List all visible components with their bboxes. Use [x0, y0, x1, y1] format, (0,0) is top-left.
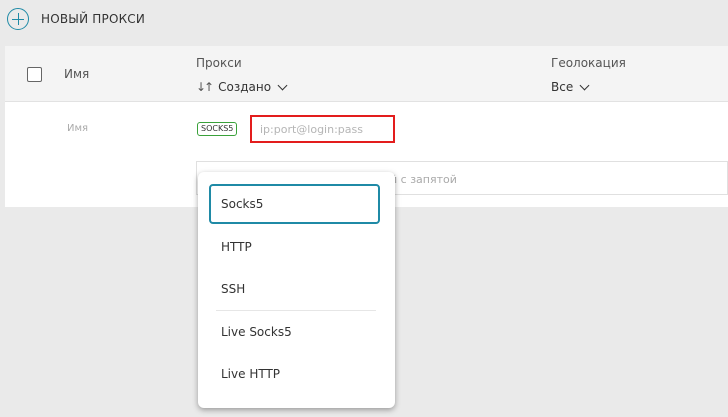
name-field[interactable]: Имя	[67, 123, 88, 134]
proxy-list-hint: й с запятой	[390, 173, 457, 186]
dropdown-option-socks5[interactable]: Socks5	[209, 184, 380, 224]
geo-filter-value: Все	[551, 80, 574, 94]
sort-arrows-icon: ↓↑	[196, 80, 214, 94]
proxy-type-dropdown: Socks5 HTTP SSH Live Socks5 Live HTTP	[198, 172, 395, 408]
toolbar: НОВЫЙ ПРОКСИ	[0, 0, 728, 40]
column-geo-header: Геолокация	[551, 56, 626, 70]
dropdown-option-ssh[interactable]: SSH	[198, 269, 395, 309]
column-name-header: Имя	[64, 67, 90, 81]
proxy-type-badge[interactable]: SOCKS5	[197, 122, 238, 136]
dropdown-option-live-http[interactable]: Live HTTP	[198, 354, 395, 394]
sort-label: Создано	[218, 80, 272, 94]
select-all-checkbox[interactable]	[27, 67, 42, 82]
chevron-down-icon	[277, 80, 288, 90]
plus-circle-icon	[7, 8, 29, 30]
add-proxy-button[interactable]: НОВЫЙ ПРОКСИ	[7, 8, 145, 30]
table-header: Имя Прокси ↓↑ Создано Геолокация Все	[5, 46, 728, 102]
dropdown-option-live-socks5[interactable]: Live Socks5	[198, 312, 395, 352]
chevron-down-icon	[579, 80, 590, 90]
sort-created-button[interactable]: ↓↑ Создано	[196, 80, 288, 94]
geo-filter-select[interactable]: Все	[551, 80, 590, 94]
add-proxy-label: НОВЫЙ ПРОКСИ	[41, 12, 146, 26]
dropdown-divider	[216, 310, 376, 311]
proxy-address-input[interactable]	[250, 115, 395, 143]
dropdown-option-http[interactable]: HTTP	[198, 227, 395, 267]
column-proxy-header: Прокси	[196, 56, 242, 70]
